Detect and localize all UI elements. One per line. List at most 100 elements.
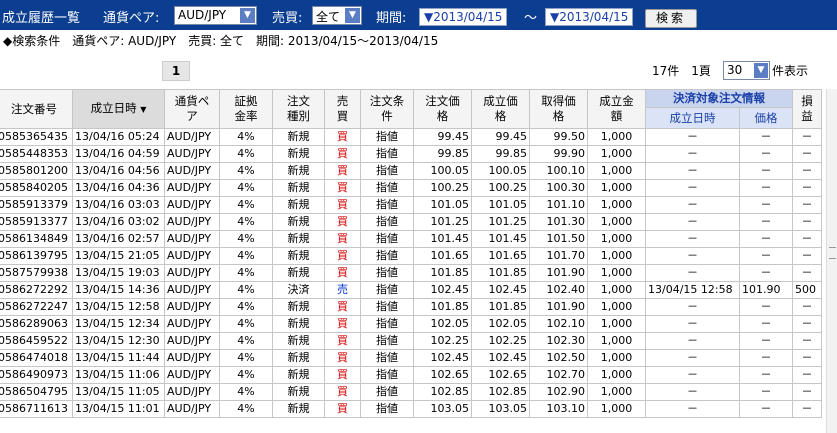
- search-button[interactable]: 検索: [645, 9, 697, 28]
- cell-side: 買: [324, 264, 361, 282]
- cell-settle-date: －: [645, 179, 740, 197]
- cell-pl: －: [792, 298, 822, 316]
- cell-amount: 1,000: [587, 247, 646, 265]
- cell-margin: 4%: [219, 162, 273, 180]
- cell-settle-date: －: [645, 400, 740, 418]
- col-condition: 注文条件: [360, 89, 414, 129]
- cell-exec-price: 102.25: [471, 332, 530, 350]
- col-amount: 成立金額: [587, 89, 646, 129]
- cell-pl: －: [792, 383, 822, 401]
- cell-side: 買: [324, 400, 361, 418]
- cell-pl: 500: [792, 281, 822, 299]
- chevron-down-icon: ▼: [754, 63, 768, 78]
- period-label: 期間:: [376, 11, 407, 26]
- cell-type: 新規: [272, 366, 325, 384]
- cell-pair: AUD/JPY: [164, 366, 220, 384]
- cell-acq-price: 102.50: [529, 349, 588, 367]
- cell-condition: 指値: [360, 145, 414, 163]
- cell-settle-price: 101.90: [739, 281, 793, 299]
- col-settle-date: 成立日時: [645, 107, 740, 129]
- cell-date: 13/04/15 12:34: [72, 315, 165, 333]
- cell-pl: －: [792, 366, 822, 384]
- cell-type: 新規: [272, 179, 325, 197]
- cell-settle-date: －: [645, 349, 740, 367]
- cell-side: 買: [324, 298, 361, 316]
- cell-side: 売: [324, 281, 361, 299]
- table-row: 0586459522 13/04/15 12:30 AUD/JPY 4% 新規買指値 10…: [0, 332, 822, 350]
- date-to-picker[interactable]: ▼2013/04/15: [545, 8, 634, 26]
- cell-exec-price: 99.85: [471, 145, 530, 163]
- cell-amount: 1,000: [587, 162, 646, 180]
- cell-amount: 1,000: [587, 230, 646, 248]
- cell-date: 13/04/15 12:30: [72, 332, 165, 350]
- cell-exec-price: 100.05: [471, 162, 530, 180]
- cell-settle-price: －: [739, 145, 793, 163]
- cell-pair: AUD/JPY: [164, 400, 220, 418]
- cell-type: 新規: [272, 349, 325, 367]
- cell-settle-date: －: [645, 264, 740, 282]
- cell-amount: 1,000: [587, 400, 646, 418]
- cell-exec-price: 101.05: [471, 196, 530, 214]
- cell-order-no: 0586272292: [0, 281, 73, 299]
- cell-date: 13/04/16 03:03: [72, 196, 165, 214]
- col-side: 売買: [324, 89, 361, 129]
- cell-date: 13/04/16 04:59: [72, 145, 165, 163]
- cell-margin: 4%: [219, 400, 273, 418]
- table-row: 0585840205 13/04/16 04:36 AUD/JPY 4% 新規買指値 10…: [0, 179, 822, 197]
- col-condition-l1: 注文条: [369, 94, 405, 108]
- currency-select[interactable]: AUD/JPY ▼: [174, 6, 257, 25]
- cell-margin: 4%: [219, 213, 273, 231]
- cell-settle-price: －: [739, 213, 793, 231]
- col-margin-l1: 証拠: [234, 94, 258, 108]
- cell-exec-price: 101.25: [471, 213, 530, 231]
- cell-pair: AUD/JPY: [164, 264, 220, 282]
- cell-order-price: 102.45: [413, 349, 472, 367]
- per-page-select[interactable]: 30 ▼: [723, 61, 770, 80]
- cell-acq-price: 102.90: [529, 383, 588, 401]
- cell-date: 13/04/15 11:06: [72, 366, 165, 384]
- cell-side: 買: [324, 332, 361, 350]
- date-from-picker[interactable]: ▼2013/04/15: [419, 8, 508, 26]
- cell-settle-price: －: [739, 298, 793, 316]
- col-date-sort[interactable]: 成立日時 ▼: [72, 89, 165, 129]
- cell-settle-date: －: [645, 332, 740, 350]
- cell-acq-price: 101.90: [529, 298, 588, 316]
- cell-exec-price: 102.45: [471, 349, 530, 367]
- sort-down-icon: ▼: [140, 105, 147, 114]
- cell-order-price: 102.45: [413, 281, 472, 299]
- cell-settle-date: －: [645, 315, 740, 333]
- currency-select-value: AUD/JPY: [178, 8, 227, 22]
- page-link-1[interactable]: 1: [162, 61, 190, 81]
- cell-side: 買: [324, 145, 361, 163]
- cell-amount: 1,000: [587, 315, 646, 333]
- cell-settle-price: －: [739, 332, 793, 350]
- cell-margin: 4%: [219, 264, 273, 282]
- cell-pair: AUD/JPY: [164, 349, 220, 367]
- execution-history-table: 注文番号 成立日時 ▼ 通貨ペア 証拠 金率 注文 種別 売買 注文条件 注文価格 …: [0, 89, 822, 418]
- cell-pair: AUD/JPY: [164, 196, 220, 214]
- col-acq-price-l2: 格: [552, 109, 565, 123]
- cell-order-no: 0586504795: [0, 383, 73, 401]
- cell-amount: 1,000: [587, 281, 646, 299]
- cell-acq-price: 102.30: [529, 332, 588, 350]
- cell-pair: AUD/JPY: [164, 213, 220, 231]
- cell-exec-price: 102.65: [471, 366, 530, 384]
- col-order-price-l1: 注文価: [425, 94, 460, 108]
- cell-acq-price: 102.70: [529, 366, 588, 384]
- cell-order-no: 0587579938: [0, 264, 73, 282]
- col-amount-l1: 成立金: [599, 94, 634, 108]
- cell-date: 13/04/16 02:57: [72, 230, 165, 248]
- cell-order-no: 0585365435: [0, 128, 73, 146]
- chevron-down-icon: ▼: [240, 8, 255, 23]
- cell-amount: 1,000: [587, 264, 646, 282]
- side-select[interactable]: 全て ▼: [312, 6, 362, 25]
- cell-pl: －: [792, 315, 822, 333]
- vertical-scrollbar[interactable]: [826, 89, 837, 433]
- cell-order-price: 101.45: [413, 230, 472, 248]
- cell-pl: －: [792, 213, 822, 231]
- cell-acq-price: 99.90: [529, 145, 588, 163]
- cell-pair: AUD/JPY: [164, 247, 220, 265]
- cell-order-no: 0586272247: [0, 298, 73, 316]
- cell-settle-date: －: [645, 213, 740, 231]
- cell-order-price: 102.25: [413, 332, 472, 350]
